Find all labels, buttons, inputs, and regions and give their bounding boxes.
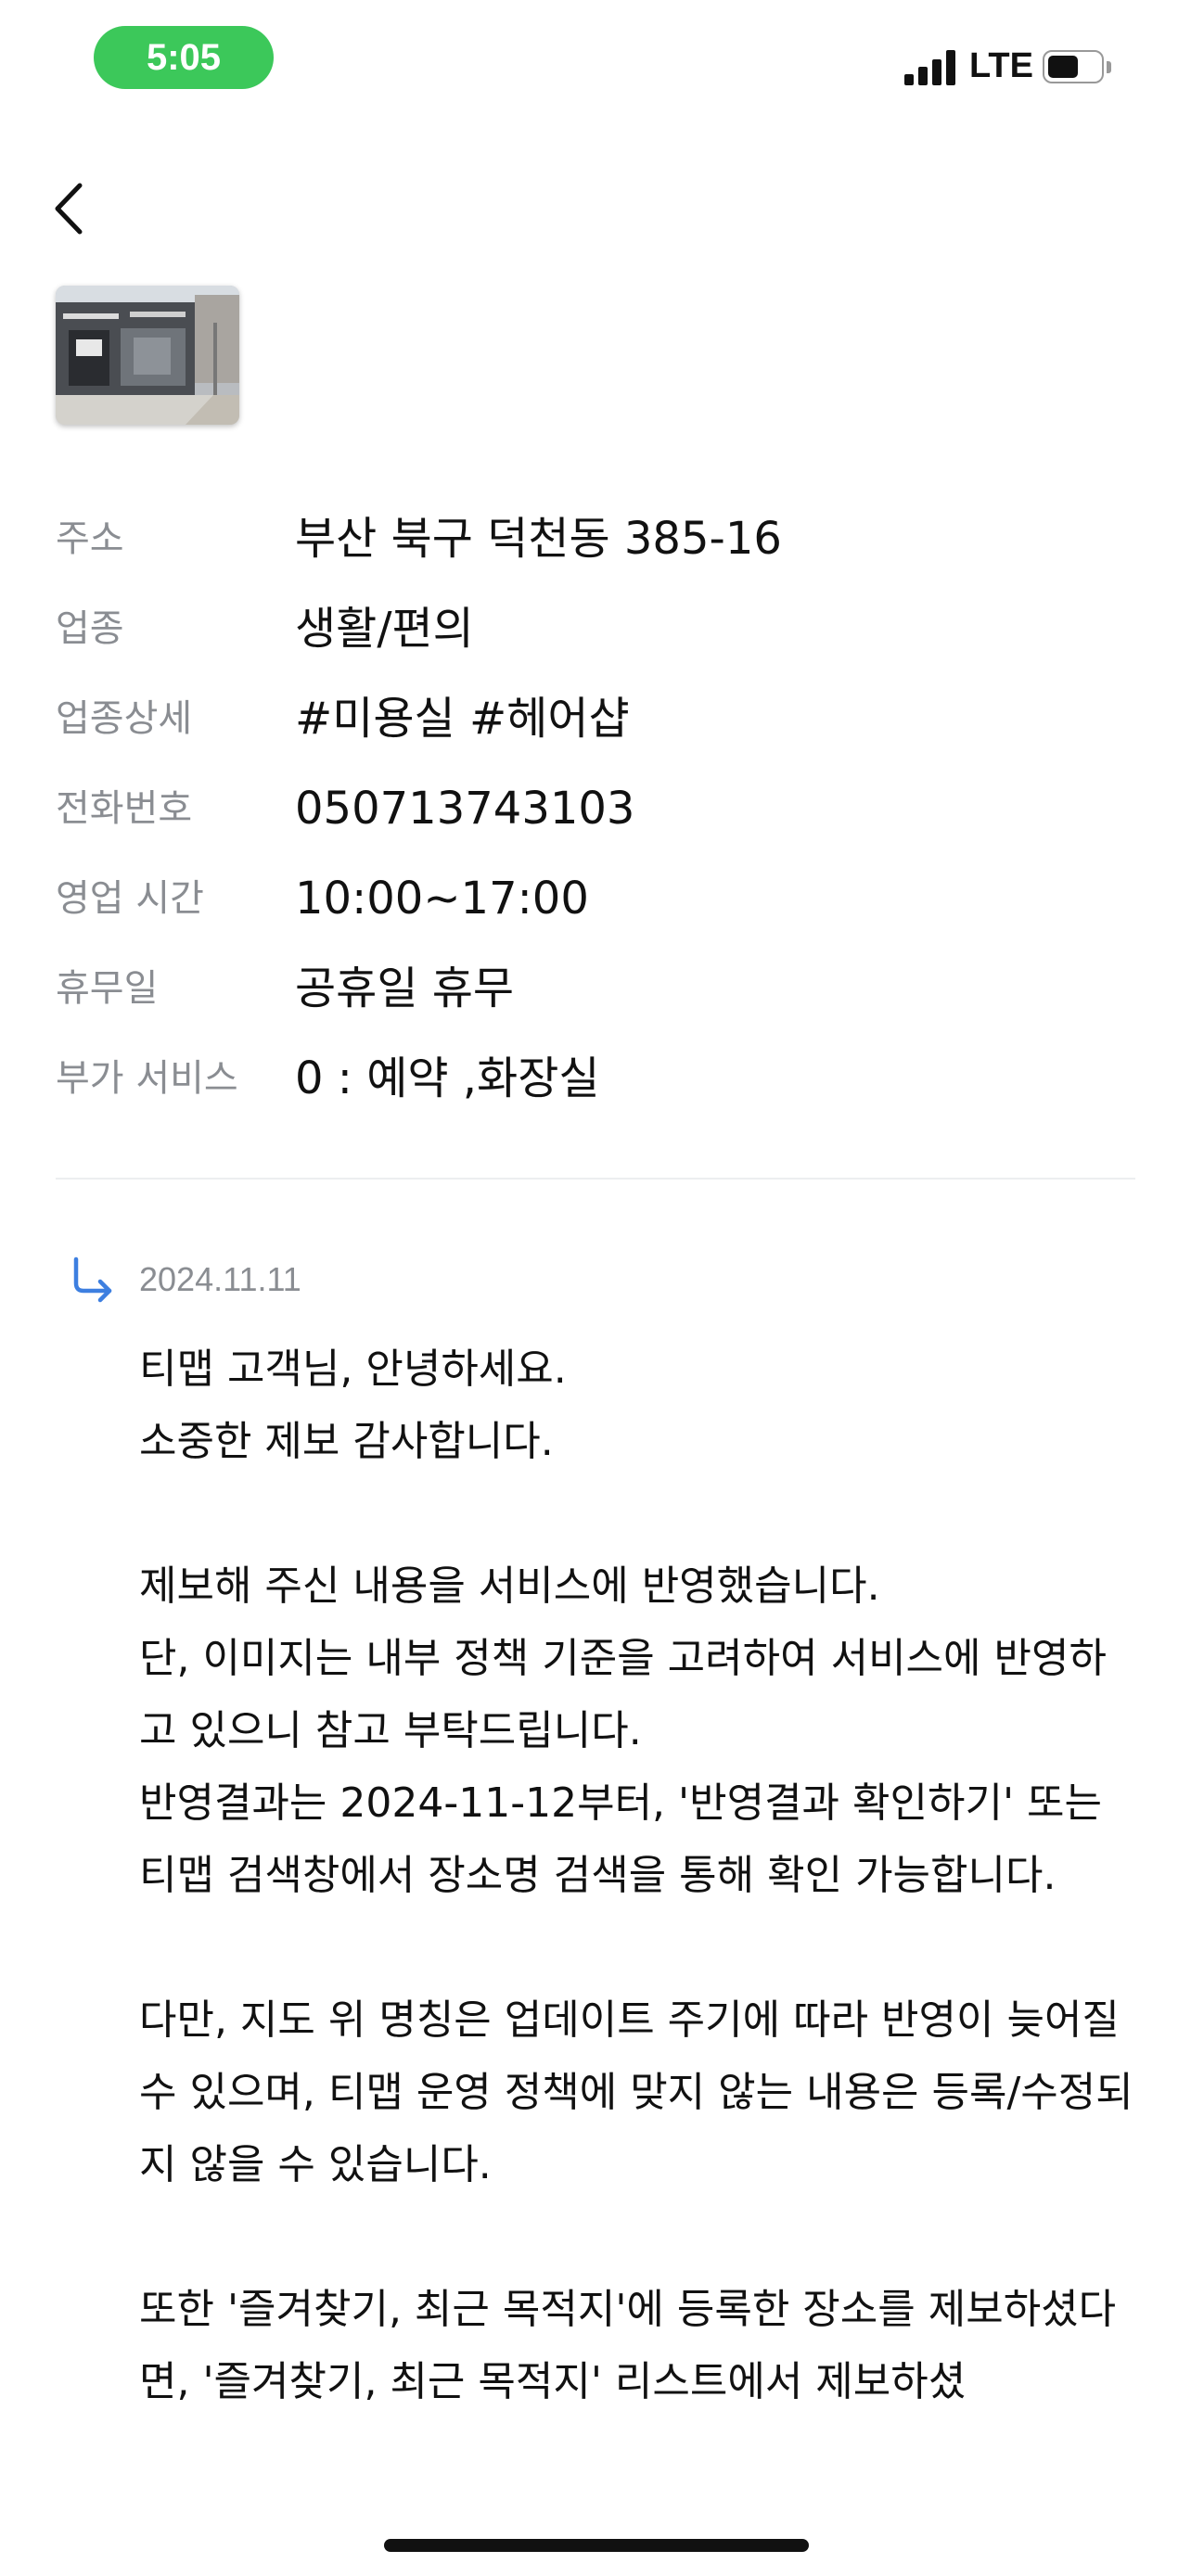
signal-icon bbox=[904, 50, 956, 85]
closed-days-value: 공휴일 휴무 bbox=[295, 963, 515, 1014]
category-detail-value: #미용실 #헤어샵 bbox=[295, 693, 630, 745]
section-divider bbox=[56, 1178, 1135, 1180]
info-label: 영업 시간 bbox=[56, 877, 204, 920]
address-value[interactable]: 부산 북구 덕천동 385-16 bbox=[295, 506, 782, 571]
info-label: 업종 bbox=[56, 607, 124, 650]
status-time: 5:05 bbox=[94, 26, 274, 89]
info-row-category: 업종 생활/편의 bbox=[56, 596, 1132, 661]
info-label: 휴무일 bbox=[56, 967, 159, 1010]
info-row-closed-days: 휴무일 공휴일 휴무 bbox=[56, 956, 1132, 1021]
reply-date: 2024.11.11 bbox=[139, 1260, 301, 1298]
reply-arrow-icon bbox=[67, 1254, 119, 1306]
info-row-category-detail: 업종상세 #미용실 #헤어샵 bbox=[56, 686, 1132, 751]
back-button[interactable] bbox=[46, 176, 102, 241]
hours-value: 10:00~17:00 bbox=[295, 873, 589, 925]
home-indicator[interactable] bbox=[384, 2539, 809, 2552]
chevron-left-icon bbox=[55, 183, 83, 235]
storefront-image bbox=[56, 286, 239, 425]
info-row-hours: 영업 시간 10:00~17:00 bbox=[56, 866, 1132, 931]
info-row-extra-services: 부가 서비스 0 : 예약 ,화장실 bbox=[56, 1046, 1132, 1111]
phone-value[interactable]: 050713743103 bbox=[295, 776, 634, 841]
extra-services-value: 0 : 예약 ,화장실 bbox=[295, 1052, 600, 1104]
info-label: 주소 bbox=[56, 517, 124, 560]
reply-message: 티맵 고객님, 안녕하세요. 소중한 제보 감사합니다. 제보해 주신 내용을 … bbox=[139, 1345, 1133, 2405]
info-label: 전화번호 bbox=[56, 787, 193, 830]
info-label: 부가 서비스 bbox=[56, 1057, 238, 1100]
status-bar: 5:05 LTE bbox=[0, 0, 1191, 121]
network-type: LTE bbox=[969, 46, 1033, 85]
info-row-phone: 전화번호 050713743103 bbox=[56, 776, 1132, 841]
category-value: 생활/편의 bbox=[295, 603, 474, 655]
place-photo-thumbnail[interactable] bbox=[56, 286, 239, 425]
info-label: 업종상세 bbox=[56, 697, 193, 740]
info-row-address: 주소 부산 북구 덕천동 385-16 bbox=[56, 506, 1132, 571]
battery-icon bbox=[1043, 50, 1111, 85]
